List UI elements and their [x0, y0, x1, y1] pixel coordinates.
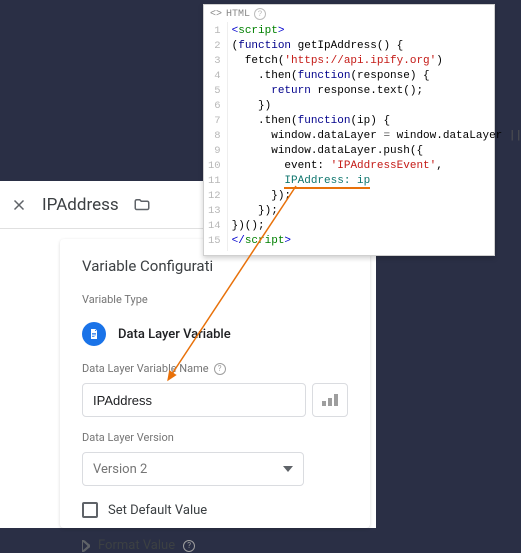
help-icon[interactable]: ?: [254, 8, 266, 20]
data-layer-icon: [82, 322, 106, 346]
variable-name-label: Data Layer Variable Name ?: [82, 362, 348, 375]
variable-config-card: Variable Configurati Variable Type Data …: [60, 239, 370, 528]
checkbox-icon: [82, 502, 98, 518]
default-value-label: Set Default Value: [108, 503, 207, 518]
help-icon[interactable]: ?: [183, 540, 195, 552]
chevron-down-icon: [283, 466, 293, 472]
code-tab[interactable]: <> HTML ?: [204, 5, 494, 22]
line-numbers: 1 2 3 4 5 6 7 8 9 10 11 12 13 14 15: [204, 22, 228, 251]
version-select[interactable]: Version 2: [82, 452, 304, 486]
version-label: Data Layer Version: [82, 431, 348, 444]
variable-name-input[interactable]: [82, 383, 306, 417]
building-block-button[interactable]: [312, 383, 348, 417]
page-title: IPAddress: [42, 195, 119, 215]
folder-icon[interactable]: [133, 196, 151, 214]
code-editor-panel: <> HTML ? 1 2 3 4 5 6 7 8 9 10 11 12 13 …: [203, 4, 495, 256]
help-icon[interactable]: ?: [214, 363, 226, 375]
chevron-right-icon: [82, 540, 90, 552]
variable-type-label: Variable Type: [82, 293, 348, 306]
variable-type-row[interactable]: Data Layer Variable: [82, 314, 348, 362]
version-value: Version 2: [93, 462, 147, 477]
format-value-toggle[interactable]: Format Value ?: [82, 538, 348, 553]
format-value-label: Format Value: [98, 538, 175, 553]
default-value-checkbox[interactable]: Set Default Value: [82, 502, 348, 518]
close-icon[interactable]: [10, 196, 28, 214]
card-title: Variable Configurati: [82, 257, 348, 275]
code-content[interactable]: <script> (function getIpAddress() { fetc…: [228, 22, 521, 251]
variable-type-name: Data Layer Variable: [118, 327, 231, 342]
